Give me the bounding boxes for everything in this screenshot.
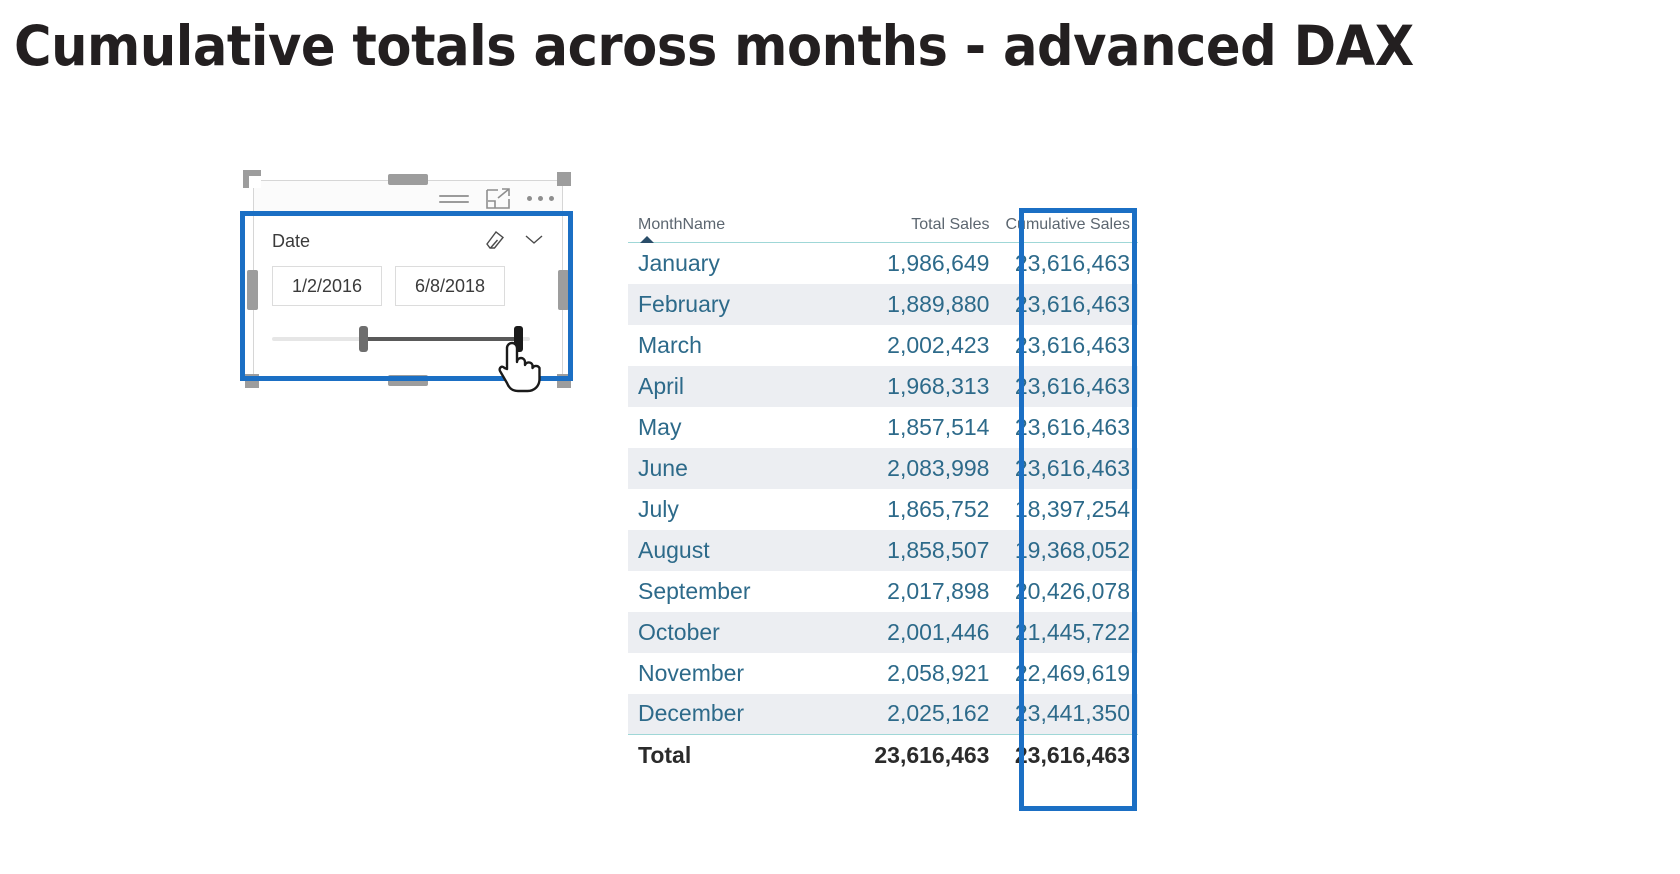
table-row[interactable]: January 1,986,649 23,616,463 xyxy=(628,243,1138,284)
total-row-label: Total xyxy=(628,734,813,776)
sort-ascending-icon[interactable] xyxy=(640,236,654,243)
slider-handle-start[interactable] xyxy=(359,326,368,352)
cell-monthname: November xyxy=(638,659,745,686)
cell-total-sales: 1,889,880 xyxy=(812,283,998,325)
matrix-table: MonthName Total Sales Cumulative Sales J… xyxy=(628,212,1138,776)
start-date-input[interactable]: 1/2/2016 xyxy=(272,266,382,306)
resize-grip-middle-left[interactable] xyxy=(247,270,258,310)
cell-cumulative-sales: 19,368,052 xyxy=(997,529,1138,571)
page-title: Cumulative totals across months - advanc… xyxy=(14,14,1414,78)
cell-total-sales: 2,001,446 xyxy=(812,611,998,653)
cell-cumulative-sales: 20,426,078 xyxy=(1014,577,1130,604)
cell-monthname: April xyxy=(628,365,813,407)
more-options-icon[interactable] xyxy=(527,196,554,201)
resize-grip-top-left[interactable] xyxy=(243,170,261,188)
filter-icon[interactable] xyxy=(439,191,469,207)
cell-monthname: July xyxy=(638,495,679,522)
cell-monthname: August xyxy=(628,529,813,571)
cell-total-sales: 2,002,423 xyxy=(887,331,990,358)
column-header-monthname[interactable]: MonthName xyxy=(628,212,813,243)
cell-total-sales: 1,865,752 xyxy=(887,495,990,522)
cell-monthname: October xyxy=(628,611,813,653)
cell-monthname: December xyxy=(628,693,813,735)
total-row-cumulative-sales: 23,616,463 xyxy=(997,734,1138,776)
table-row[interactable]: August 1,858,507 19,368,052 xyxy=(628,529,1138,571)
table-header-row: MonthName Total Sales Cumulative Sales xyxy=(628,212,1138,243)
cell-cumulative-sales: 18,397,254 xyxy=(1014,495,1130,522)
cell-total-sales: 1,858,507 xyxy=(812,529,998,571)
table-row[interactable]: October 2,001,446 21,445,722 xyxy=(628,611,1138,653)
table-row[interactable]: March 2,002,423 23,616,463 xyxy=(628,325,1138,366)
column-header-total-sales[interactable]: Total Sales xyxy=(812,212,998,243)
resize-grip-bottom-left[interactable] xyxy=(245,374,259,388)
cell-cumulative-sales: 23,616,463 xyxy=(1014,413,1130,440)
cell-cumulative-sales: 23,616,463 xyxy=(1014,331,1130,358)
table-row[interactable]: July 1,865,752 18,397,254 xyxy=(628,489,1138,530)
table-row[interactable]: February 1,889,880 23,616,463 xyxy=(628,283,1138,325)
column-header-monthname-label: MonthName xyxy=(638,216,726,233)
total-row-total-sales: 23,616,463 xyxy=(812,734,998,776)
cell-total-sales: 2,017,898 xyxy=(887,577,990,604)
date-range-slider[interactable] xyxy=(272,324,530,354)
cell-cumulative-sales: 23,616,463 xyxy=(997,447,1138,489)
cell-monthname: January xyxy=(638,249,720,276)
cell-monthname: February xyxy=(628,283,813,325)
cell-cumulative-sales: 23,616,463 xyxy=(1014,249,1130,276)
chevron-down-icon[interactable] xyxy=(524,232,544,250)
cell-monthname: June xyxy=(628,447,813,489)
table-row[interactable]: December 2,025,162 23,441,350 xyxy=(628,693,1138,735)
cell-monthname: March xyxy=(638,331,702,358)
cell-cumulative-sales: 21,445,722 xyxy=(997,611,1138,653)
cumulative-sales-table[interactable]: MonthName Total Sales Cumulative Sales J… xyxy=(628,212,1138,776)
cell-monthname: September xyxy=(638,577,751,604)
table-header: MonthName Total Sales Cumulative Sales xyxy=(628,212,1138,243)
cell-cumulative-sales: 23,616,463 xyxy=(997,283,1138,325)
slicer-title-row: Date xyxy=(272,228,544,254)
table-row[interactable]: November 2,058,921 22,469,619 xyxy=(628,653,1138,694)
focus-mode-icon[interactable] xyxy=(485,187,511,211)
cell-cumulative-sales: 23,441,350 xyxy=(997,693,1138,735)
cell-monthname: May xyxy=(638,413,682,440)
table-total-row: Total 23,616,463 23,616,463 xyxy=(628,734,1138,776)
resize-grip-bottom-center[interactable] xyxy=(388,375,428,386)
resize-grip-middle-right[interactable] xyxy=(558,270,569,310)
slicer-actions[interactable] xyxy=(484,229,544,254)
table-row[interactable]: May 1,857,514 23,616,463 xyxy=(628,407,1138,448)
cell-cumulative-sales: 23,616,463 xyxy=(997,365,1138,407)
slicer-field-label: Date xyxy=(272,230,311,251)
screenshot-root: Cumulative totals across months - advanc… xyxy=(0,0,1680,874)
resize-grip-top-right[interactable] xyxy=(557,172,571,186)
cell-total-sales: 2,058,921 xyxy=(887,659,990,686)
table-row[interactable]: September 2,017,898 20,426,078 xyxy=(628,571,1138,612)
cell-total-sales: 2,025,162 xyxy=(812,693,998,735)
cell-cumulative-sales: 22,469,619 xyxy=(1014,659,1130,686)
cell-total-sales: 1,968,313 xyxy=(812,365,998,407)
table-row[interactable]: April 1,968,313 23,616,463 xyxy=(628,365,1138,407)
eraser-clear-filter-icon[interactable] xyxy=(484,229,506,254)
visual-header-toolbar[interactable] xyxy=(254,181,562,216)
cell-total-sales: 1,986,649 xyxy=(887,249,990,276)
date-range-inputs[interactable]: 1/2/2016 6/8/2018 xyxy=(272,266,544,306)
table-body: January 1,986,649 23,616,463 February 1,889,… xyxy=(628,243,1138,735)
mouse-cursor-pointing-hand xyxy=(495,335,541,393)
end-date-input[interactable]: 6/8/2018 xyxy=(395,266,505,306)
table-footer: Total 23,616,463 23,616,463 xyxy=(628,734,1138,776)
cell-total-sales: 1,857,514 xyxy=(887,413,990,440)
column-header-cumulative-sales[interactable]: Cumulative Sales xyxy=(997,212,1138,243)
table-row[interactable]: June 2,083,998 23,616,463 xyxy=(628,447,1138,489)
cell-total-sales: 2,083,998 xyxy=(812,447,998,489)
resize-grip-bottom-right[interactable] xyxy=(557,374,571,388)
resize-grip-top-center[interactable] xyxy=(388,174,428,185)
